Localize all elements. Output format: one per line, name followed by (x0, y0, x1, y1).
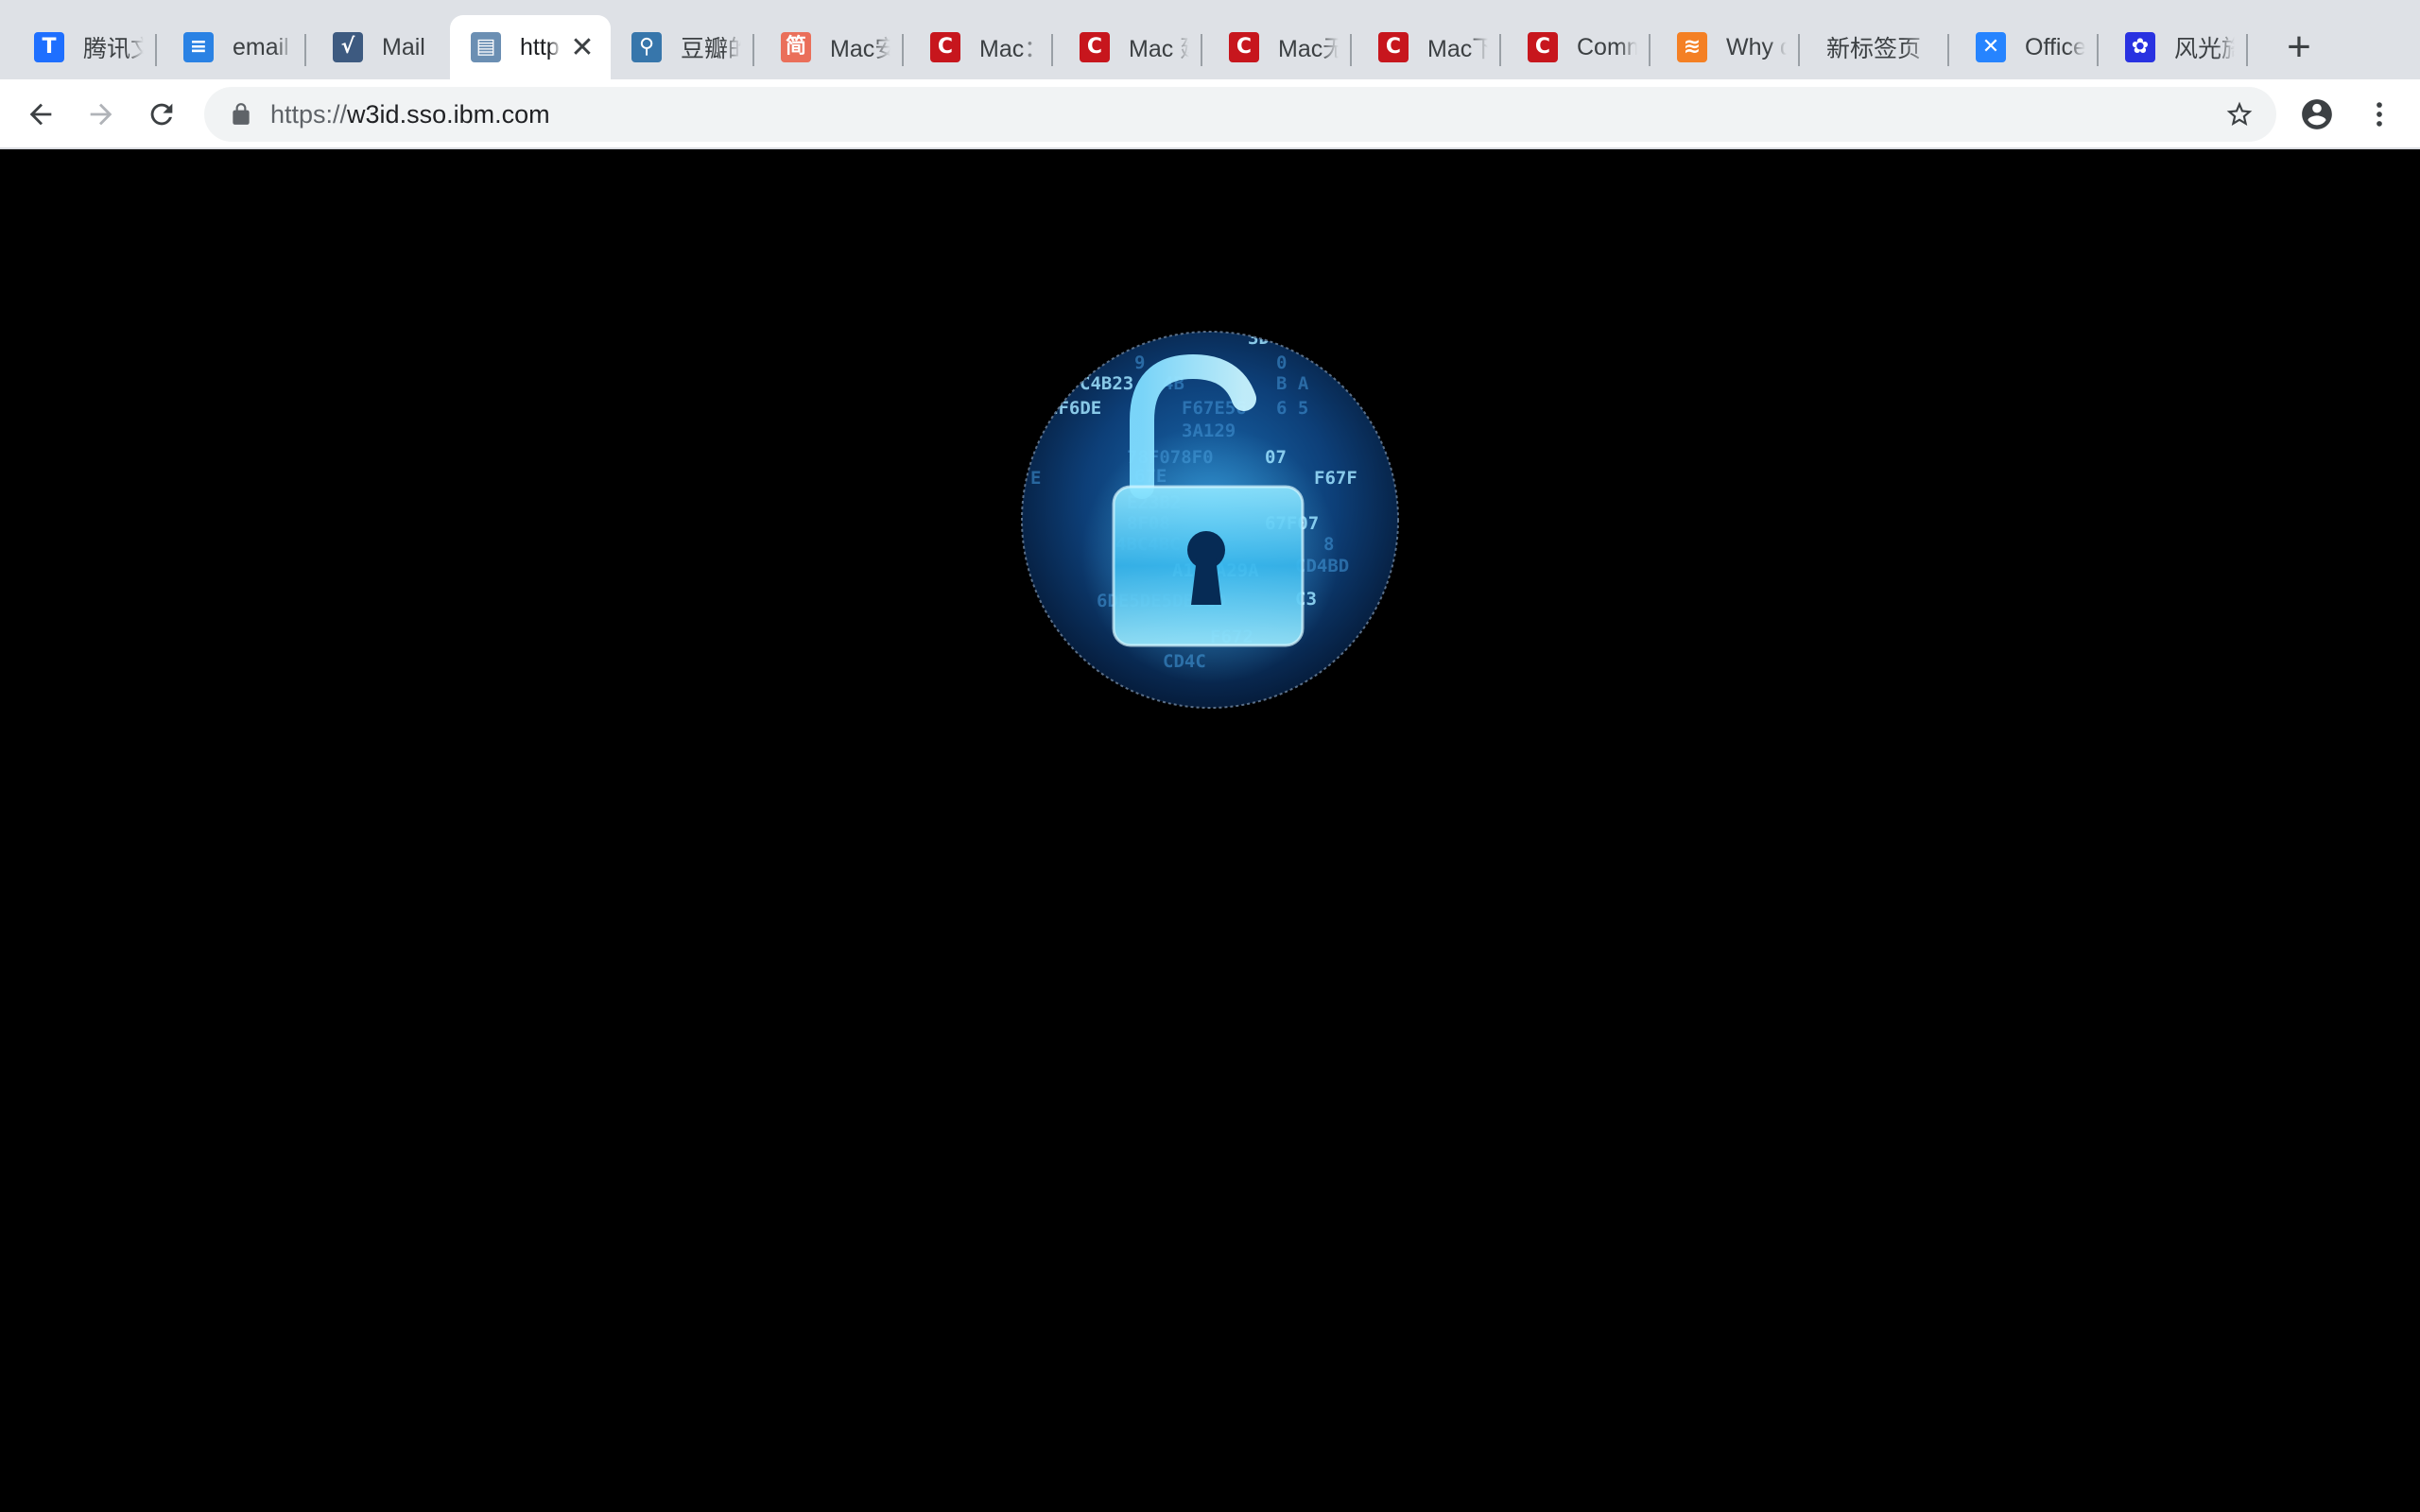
tab-title: Mac无 (1278, 36, 1339, 62)
tab-title: Mac：c (979, 36, 1040, 62)
tab-title: Mail (382, 33, 425, 60)
tencent-docs-icon: T (34, 32, 64, 62)
tab-title: email - (233, 33, 293, 60)
tab-title: Why d (1726, 33, 1787, 60)
tab-separator (2246, 34, 2248, 66)
stackoverflow-icon: ≋ (1677, 32, 1707, 62)
csdn-icon: C (1378, 32, 1409, 62)
matrix-code-text: 3D45C (1248, 331, 1302, 349)
csdn-icon: C (1229, 32, 1259, 62)
tab-6[interactable]: C Mac：c (904, 15, 1053, 79)
tab-7[interactable]: C Mac 建 (1053, 15, 1202, 79)
tab-strip: + T 腾讯文 ≡ email - √ Mail ▤ http ✕ ⚲ 豆瓣的 简 Mac安 C Mac：c… (0, 0, 2420, 79)
url-host: w3id.sso.ibm.com (347, 99, 550, 129)
back-button[interactable] (19, 93, 62, 136)
tab-title: Office (2025, 33, 2085, 60)
jianshu-icon: 简 (781, 32, 811, 62)
tab-13[interactable]: ✕ Office (1949, 15, 2099, 79)
page-icon: ▤ (471, 32, 501, 62)
tab-title: Mac 建 (1129, 36, 1189, 62)
lock-icon (233, 103, 250, 125)
tab-12[interactable]: 新标签页 (1800, 15, 1949, 79)
forward-button[interactable] (79, 93, 123, 136)
tab-4[interactable]: ⚲ 豆瓣的 (605, 15, 754, 79)
menu-button[interactable] (2358, 93, 2401, 136)
bookmark-star-button[interactable] (2221, 96, 2257, 132)
more-vert-icon (2377, 102, 2382, 127)
browser-toolbar: https://w3id.sso.ibm.com (0, 79, 2420, 149)
tab-3[interactable]: ▤ http ✕ (450, 15, 611, 79)
tab-title: 豆瓣的 (681, 36, 741, 62)
matrix-code-text: 0 (1276, 352, 1287, 373)
tab-title: Comm (1577, 33, 1637, 60)
arrow-left-icon (29, 103, 52, 126)
csdn-icon: C (930, 32, 960, 62)
star-icon (2226, 101, 2253, 126)
tab-1[interactable]: ≡ email - (157, 15, 306, 79)
baidu-icon: ✿ (2125, 32, 2155, 62)
reload-icon (150, 103, 173, 126)
plus-icon: + (2287, 24, 2311, 70)
tab-title: Mac安 (830, 36, 890, 62)
tab-2[interactable]: √ Mail (306, 15, 456, 79)
tab-11[interactable]: ≋ Why d (1651, 15, 1800, 79)
matrix-code-text: 2 (1030, 421, 1041, 441)
tab-title: 腾讯文 (83, 36, 144, 62)
matrix-code-text: 9 (1134, 352, 1145, 373)
url-scheme: https:// (270, 99, 348, 129)
tab-title: 风光旖 (2174, 36, 2235, 62)
csdn-icon: C (1528, 32, 1558, 62)
tab-0[interactable]: T 腾讯文 (8, 15, 157, 79)
account-icon (2302, 99, 2332, 129)
unlocked-padlock-image: 3D45C90C4B234BB AEF6DEF67E566 523A12978F… (1021, 331, 1399, 709)
confluence-icon: ✕ (1976, 32, 2006, 62)
tab-14[interactable]: ✿ 风光旖 (2099, 15, 2248, 79)
page-content: 3D45C90C4B234BB AEF6DEF67E566 523A12978F… (0, 149, 2420, 1512)
new-tab-button[interactable]: + (2276, 25, 2322, 70)
csdn-icon: C (1080, 32, 1110, 62)
arrow-right-icon (90, 103, 112, 126)
close-tab-icon[interactable]: ✕ (567, 32, 597, 63)
profile-button[interactable] (2295, 93, 2339, 136)
docs-icon: ≡ (183, 32, 214, 62)
tab-10[interactable]: C Comm (1501, 15, 1651, 79)
matrix-code-text: EF6DE (1047, 398, 1101, 419)
reload-button[interactable] (140, 93, 183, 136)
tab-title: http (520, 33, 560, 60)
matrix-code-text: B A (1276, 373, 1309, 394)
matrix-code-text: C4B23 (1080, 373, 1133, 394)
tab-title: Mac下 (1427, 36, 1488, 62)
tab-8[interactable]: C Mac无 (1202, 15, 1352, 79)
matrix-code-text: E (1030, 468, 1041, 489)
tab-title: 新标签页 (1826, 36, 1922, 62)
address-bar[interactable]: https://w3id.sso.ibm.com (204, 87, 2276, 142)
url-text: https://w3id.sso.ibm.com (270, 100, 550, 129)
mail-icon: √ (333, 32, 363, 62)
tab-9[interactable]: C Mac下 (1352, 15, 1501, 79)
python-icon: ⚲ (631, 32, 662, 62)
tab-5[interactable]: 简 Mac安 (754, 15, 904, 79)
